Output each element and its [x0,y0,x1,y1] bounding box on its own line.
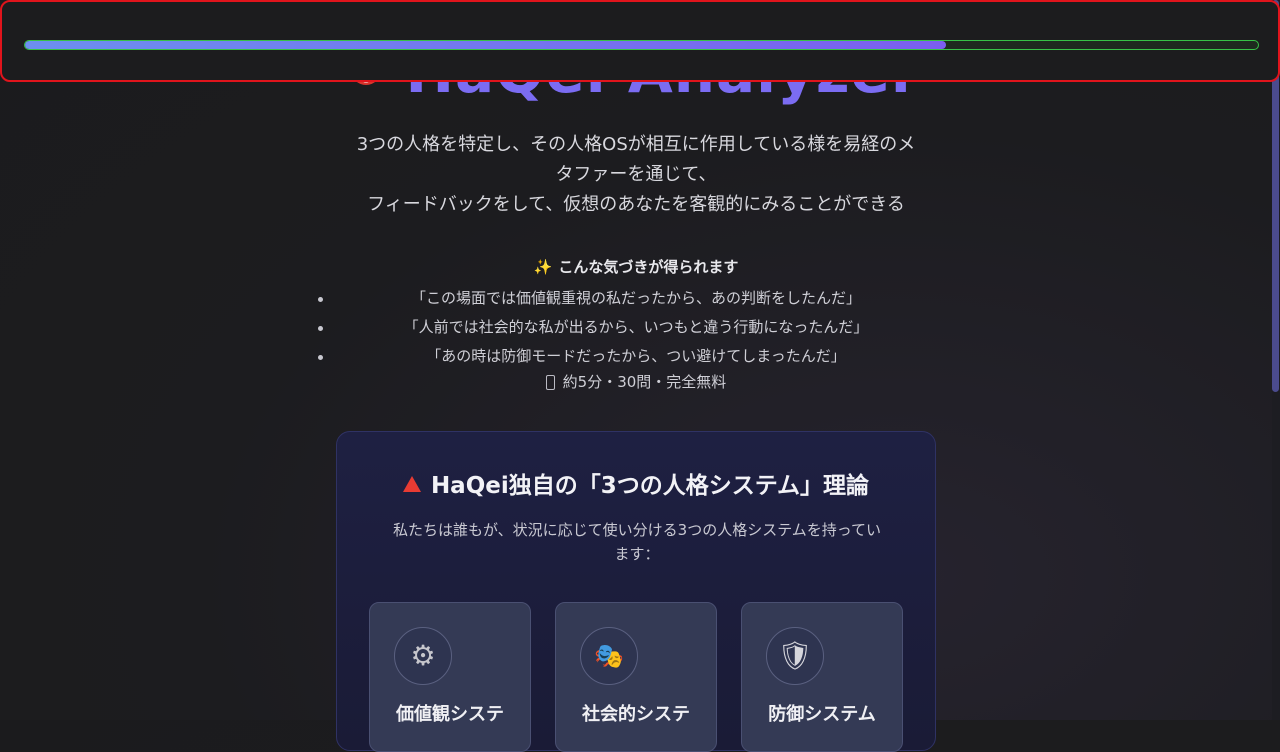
theater-masks-icon: 🎭 [580,627,638,685]
system-card-defense[interactable]: 🛡 防御システム [741,602,903,752]
tagline-line: フィードバックをして、仮想のあなたを客観的にみることができる [367,194,905,215]
bullet [318,297,323,302]
tagline-line: 3つの人格を特定し、その人格OSが相互に作用している様を易経のメ [356,134,916,155]
insights-list: 「この場面では価値観重視の私だったから、あの判断をしたんだ」 「人前では社会的な… [300,284,972,371]
progress-bar [24,40,1259,50]
insight-text: 「人前では社会的な私が出るから、いつもと違う行動になったんだ」 [403,318,869,336]
shield-icon: 🛡 [766,627,824,685]
list-item: 「この場面では価値観重視の私だったから、あの判断をしたんだ」 [300,284,972,313]
progress-bar-fill [25,41,947,49]
system-card-label: 価値観システ [396,704,504,725]
theory-title-text: HaQei独自の「3つの人格システム」理論 [430,473,870,499]
theory-description-line: ます： [614,545,660,563]
theory-description-line: 私たちは誰もが、状況に応じて使い分ける3つの人格システムを持ってい [392,521,882,539]
insight-text: 「あの時は防御モードだったから、つい避けてしまったんだ」 [426,347,846,365]
progress-panel [0,0,1280,82]
insight-text: 「この場面では価値観重視の私だったから、あの判断をしたんだ」 [410,289,861,307]
theory-description: 私たちは誰もが、状況に応じて使い分ける3つの人格システムを持ってい ます： [373,518,901,566]
red-triangle-icon [402,476,421,492]
theory-card: HaQei独自の「3つの人格システム」理論 私たちは誰もが、状況に応じて使い分け… [336,431,936,752]
system-card-social[interactable]: 🎭 社会的システ [555,602,717,752]
quiz-meta: 約5分・30問・完全無料 [0,371,1272,392]
page-scrollbar[interactable] [1272,0,1280,720]
tagline: 3つの人格を特定し、その人格OSが相互に作用している様を易経のメ タファーを通じ… [336,130,936,220]
list-item: 「あの時は防御モードだったから、つい避けてしまったんだ」 [300,342,972,371]
gear-icon: ⚙ [394,627,452,685]
theory-title: HaQei独自の「3つの人格システム」理論 [337,466,935,500]
system-card-label: 社会的システ [582,704,690,725]
system-card-values[interactable]: ⚙ 価値観システ [369,602,531,752]
bullet [318,326,323,331]
system-card-label: 防御システム [768,704,876,725]
tagline-line: タファーを通じて、 [555,164,717,185]
insights-heading-text: こんな気づきが得られます [558,258,739,276]
quiz-meta-text: 約5分・30問・完全無料 [562,373,727,391]
bullet [318,355,323,360]
sparkles-icon: ✨ [533,258,553,276]
list-item: 「人前では社会的な私が出るから、いつもと違う行動になったんだ」 [300,313,972,342]
phone-icon [545,375,555,390]
insights-heading: ✨ こんな気づきが得られます [0,256,1272,277]
